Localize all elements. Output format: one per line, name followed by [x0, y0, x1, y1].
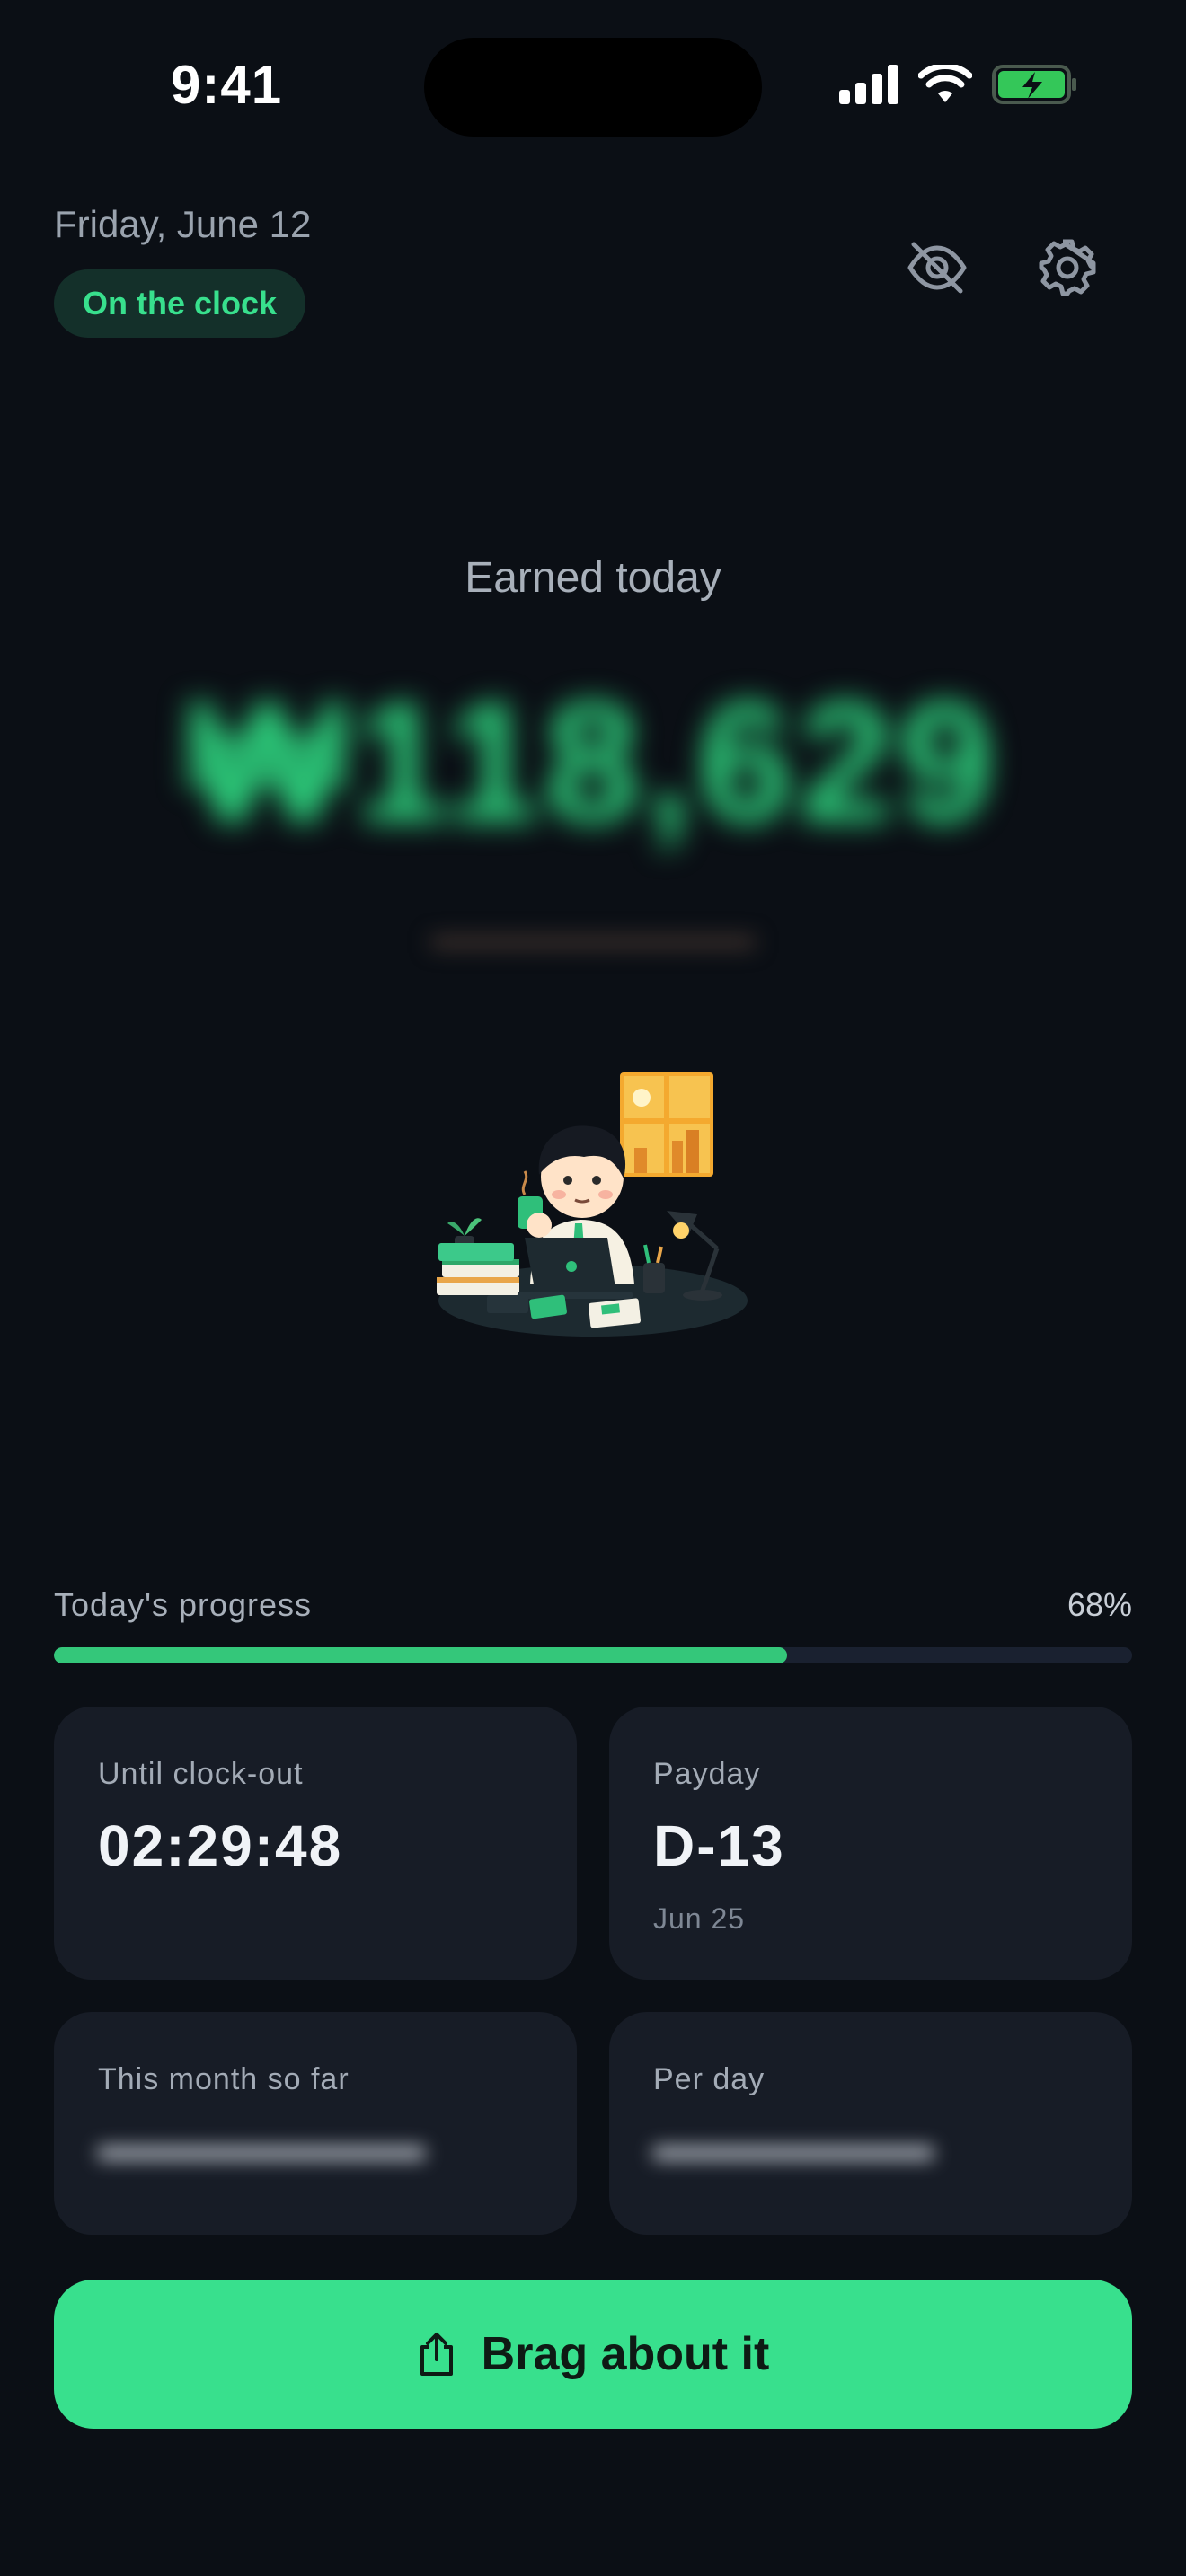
payday-date: Jun 25: [653, 1902, 746, 1935]
month-so-far-value-hidden: ▬▬▬▬▬▬▬: [98, 2119, 425, 2171]
cellular-signal-icon: [839, 65, 898, 109]
gear-icon: [1039, 239, 1096, 296]
earned-today-label: Earned today: [465, 554, 721, 602]
status-time: 9:41: [171, 55, 283, 115]
office-worker-illustration: [431, 1060, 755, 1347]
date-label: Friday, June 12: [54, 203, 312, 245]
settings-button[interactable]: [1031, 232, 1103, 304]
wifi-icon: [917, 63, 973, 109]
earned-amount-hidden: ₩118,629: [187, 667, 999, 858]
per-day-label: Per day: [653, 2062, 766, 2096]
per-day-value-hidden: ▬▬▬▬▬▬: [653, 2119, 934, 2171]
payday-label: Payday: [653, 1757, 761, 1791]
month-so-far-card: This month so far ▬▬▬▬▬▬▬: [54, 2012, 577, 2235]
brag-button-label: Brag about it: [481, 2328, 770, 2380]
progress-percent: 68%: [1067, 1586, 1132, 1623]
battery-charging-icon: [992, 63, 1078, 110]
progress-bar: [54, 1647, 1132, 1663]
brag-button[interactable]: Brag about it: [54, 2280, 1132, 2429]
progress-label: Today's progress: [54, 1586, 313, 1623]
payday-card: Payday D-13 Jun 25: [609, 1707, 1132, 1980]
earned-sub-hidden: ▬▬▬▬▬▬▬▬▬: [431, 916, 755, 956]
progress-bar-fill: [54, 1647, 787, 1663]
share-icon: [420, 2333, 453, 2376]
status-badge: On the clock: [54, 269, 306, 338]
dynamic-island: [424, 38, 762, 137]
until-clock-out-value: 02:29:48: [98, 1813, 343, 1878]
hide-amount-button[interactable]: [901, 232, 973, 304]
month-so-far-label: This month so far: [98, 2062, 350, 2096]
until-clock-out-label: Until clock-out: [98, 1757, 304, 1791]
until-clock-out-card: Until clock-out 02:29:48: [54, 1707, 577, 1980]
per-day-card: Per day ▬▬▬▬▬▬: [609, 2012, 1132, 2235]
status-icons: [839, 63, 1078, 110]
status-bar: 9:41: [0, 0, 1186, 180]
eye-off-icon: [907, 242, 967, 294]
payday-countdown: D-13: [653, 1813, 785, 1878]
